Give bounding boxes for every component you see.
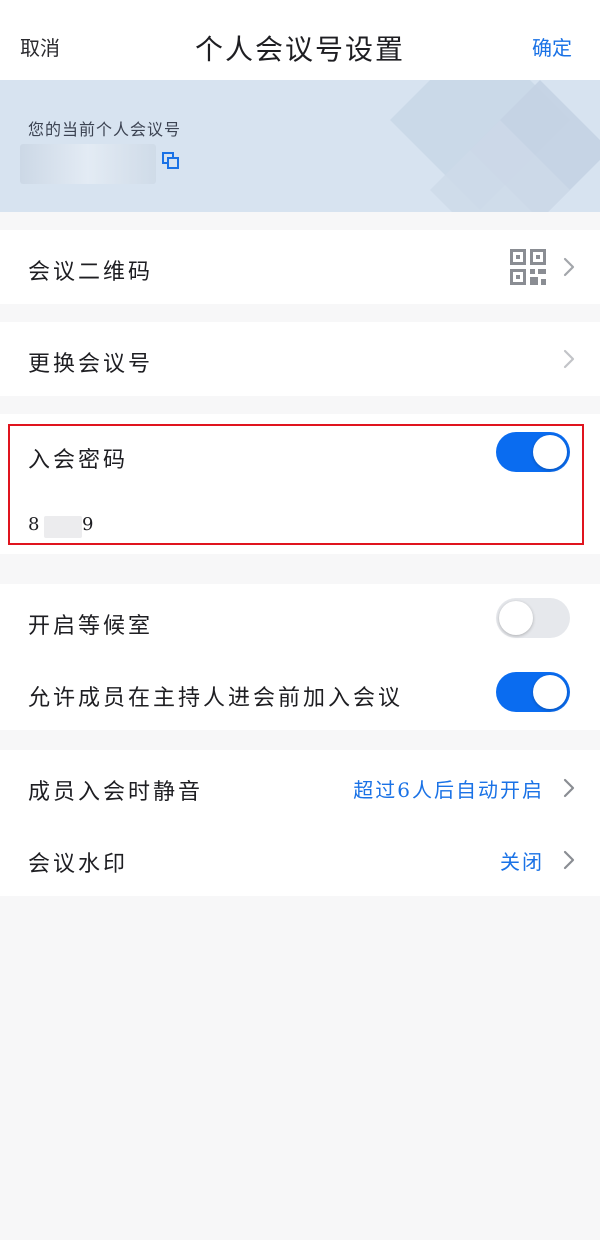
current-meeting-number-label: 您的当前个人会议号 (28, 120, 182, 139)
row-mute-on-join[interactable]: 成员入会时静音 超过6人后自动开启 (0, 750, 600, 824)
password-label: 入会密码 (28, 448, 129, 473)
confirm-button[interactable]: 确定 (532, 32, 572, 61)
chevron-right-icon (563, 778, 575, 798)
toggle-knob (533, 435, 567, 469)
chevron-right-icon (563, 850, 575, 870)
row-qr-code[interactable]: 会议二维码 (0, 230, 600, 304)
password-toggle[interactable] (496, 432, 570, 472)
row-change-number[interactable]: 更换会议号 (0, 322, 600, 396)
watermark-value: 关闭 (500, 850, 544, 874)
change-number-label: 更换会议号 (28, 352, 154, 377)
meeting-number-banner: 您的当前个人会议号 (0, 80, 600, 212)
row-group-settings: 成员入会时静音 超过6人后自动开启 会议水印 关闭 (0, 750, 600, 896)
join-before-host-toggle[interactable] (496, 672, 570, 712)
waiting-room-toggle[interactable] (496, 598, 570, 638)
chevron-right-icon (563, 349, 575, 369)
waiting-room-label: 开启等候室 (28, 614, 154, 639)
chevron-right-icon (563, 257, 575, 277)
copy-icon[interactable] (162, 152, 180, 170)
mute-on-join-label: 成员入会时静音 (28, 780, 204, 805)
mute-on-join-value: 超过6人后自动开启 (353, 778, 544, 802)
watermark-label: 会议水印 (28, 852, 129, 877)
password-last-char: 9 (82, 514, 94, 535)
meeting-number-redacted (20, 144, 156, 184)
toggle-knob (533, 675, 567, 709)
join-before-host-label: 允许成员在主持人进会前加入会议 (28, 686, 404, 711)
password-redacted (44, 516, 82, 538)
banner-decoration-icon (390, 80, 600, 212)
toggle-knob (499, 601, 533, 635)
qr-code-icon (510, 249, 546, 285)
row-watermark[interactable]: 会议水印 关闭 (0, 824, 600, 896)
nav-bar: 取消 个人会议号设置 确定 (0, 0, 600, 80)
password-first-char: 8 (28, 514, 40, 535)
page-title: 个人会议号设置 (194, 33, 405, 66)
row-group-waiting: 开启等候室 允许成员在主持人进会前加入会议 (0, 584, 600, 730)
qr-code-label: 会议二维码 (28, 260, 154, 285)
